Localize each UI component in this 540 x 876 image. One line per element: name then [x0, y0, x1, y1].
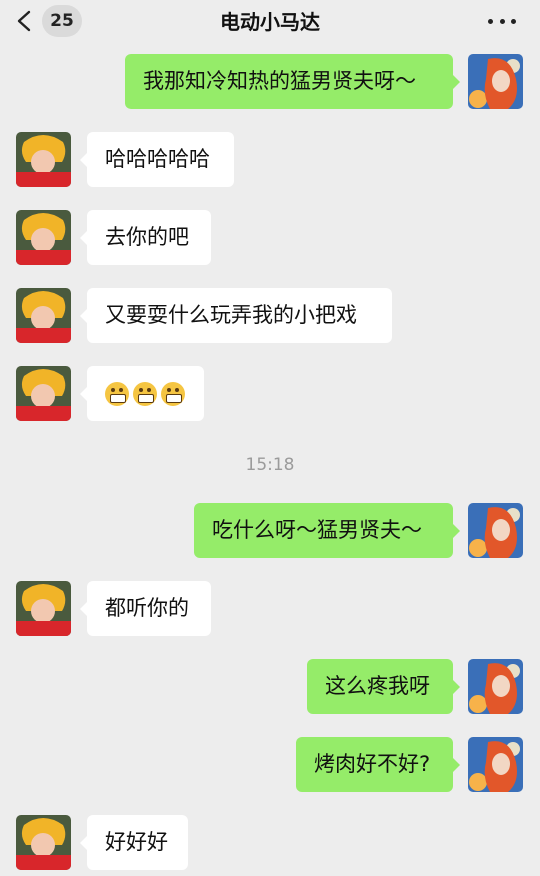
avatar[interactable]: [16, 210, 71, 265]
message-bubble-sent[interactable]: 吃什么呀～猛男贤夫～: [194, 503, 460, 558]
avatar[interactable]: [16, 815, 71, 870]
message-bubble-received[interactable]: 都听你的: [80, 581, 211, 636]
message-bubble-emoji[interactable]: [80, 366, 204, 421]
grimacing-face-icon: [161, 381, 185, 406]
message-bubble-received[interactable]: 又要耍什么玩弄我的小把戏: [80, 288, 392, 343]
message-bubble-sent[interactable]: 这么疼我呀: [307, 659, 460, 714]
avatar[interactable]: [16, 132, 71, 187]
avatar[interactable]: [16, 581, 71, 636]
grimacing-face-icon: [133, 381, 157, 406]
avatar[interactable]: [468, 659, 523, 714]
message-bubble-received[interactable]: 去你的吧: [80, 210, 211, 265]
avatar[interactable]: [468, 54, 523, 109]
message-bubble-received[interactable]: 好好好: [80, 815, 188, 870]
message-bubble-sent[interactable]: 我那知冷知热的猛男贤夫呀～: [125, 54, 460, 109]
chat-title: 电动小马达: [220, 10, 320, 34]
avatar[interactable]: [468, 503, 523, 558]
top-bar: 25 电动小马达: [0, 0, 540, 44]
message-bubble-sent[interactable]: 烤肉好不好?: [296, 737, 460, 792]
timestamp: 15:18: [245, 455, 295, 475]
message-bubble-received[interactable]: 哈哈哈哈哈: [80, 132, 234, 187]
avatar[interactable]: [16, 366, 71, 421]
avatar[interactable]: [16, 288, 71, 343]
more-dots-icon[interactable]: [488, 10, 516, 32]
grimacing-face-icon: [105, 381, 129, 406]
avatar[interactable]: [468, 737, 523, 792]
